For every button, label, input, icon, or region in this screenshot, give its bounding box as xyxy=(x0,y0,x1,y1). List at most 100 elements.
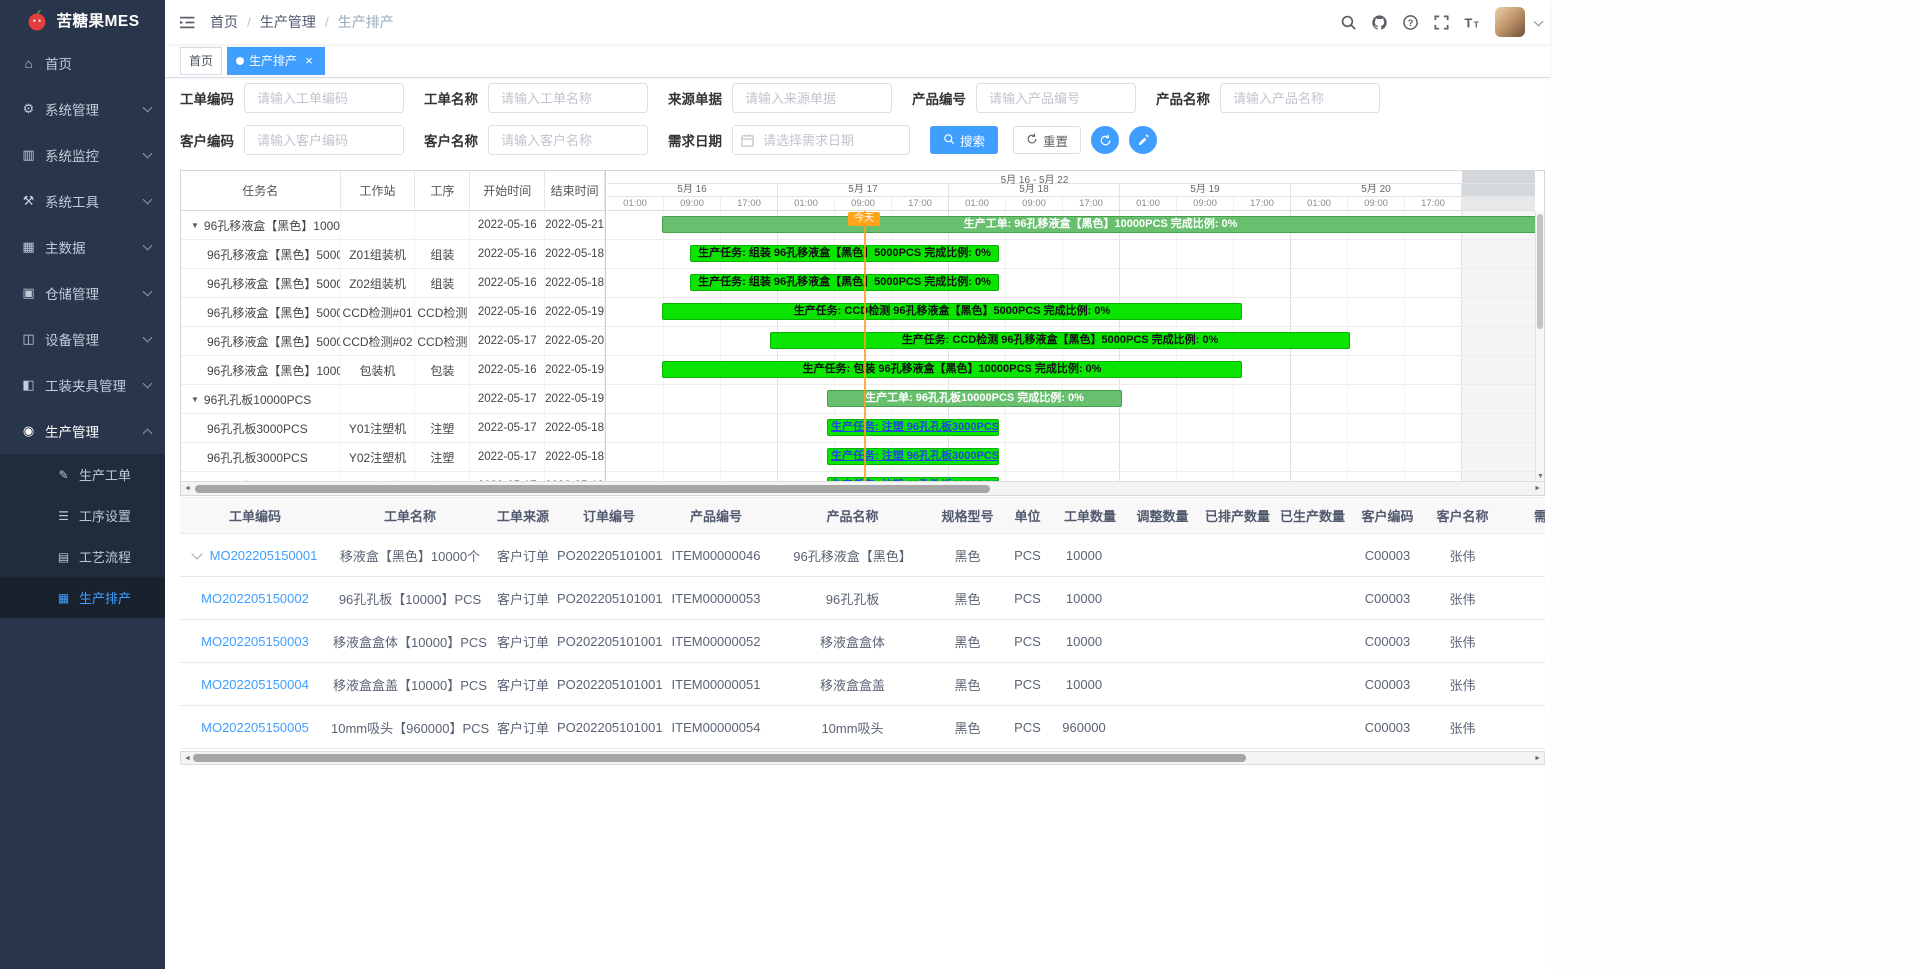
gantt-bar[interactable]: 生产任务: CCD检测 96孔移液盒【黑色】5000PCS 完成比例: 0% xyxy=(662,303,1242,320)
gantt-task-row[interactable]: 96孔孔板3000PCSY01注塑机注塑2022-05-172022-05-18 xyxy=(181,414,605,443)
table-row[interactable]: MO202205150004移液盒盒盖【10000】PCS客户订单PO20220… xyxy=(180,663,1545,706)
filter-row-1: 工单编码工单名称来源单据产品编号产品名称 xyxy=(180,83,1400,113)
work-order-link[interactable]: MO202205150005 xyxy=(201,720,309,735)
gantt-bar[interactable]: 生产工单: 96孔移液盒【黑色】10000PCS 完成比例: 0% xyxy=(662,216,1535,233)
edit-circle-button[interactable] xyxy=(1129,126,1157,154)
work-order-link[interactable]: MO202205150002 xyxy=(201,591,309,606)
production-icon: ◉ xyxy=(20,423,37,439)
gantt-vertical-scrollbar[interactable]: ▼ xyxy=(1535,211,1544,481)
submenu-item-production-scheduling[interactable]: ▦生产排产 xyxy=(0,577,165,618)
page-content: 工单编码工单名称来源单据产品编号产品名称 客户编码客户名称需求日期搜索重置 任务… xyxy=(165,78,1550,969)
breadcrumb-item[interactable]: 首页 xyxy=(210,12,238,32)
gantt-bar[interactable]: 生产任务: 注塑 96孔孔板3000PCS 完成比例: 0% xyxy=(827,477,999,481)
sidebar-item-monitor[interactable]: ▥系统监控 xyxy=(0,132,165,178)
sidebar-item-home[interactable]: ⌂首页 xyxy=(0,40,165,86)
table-row[interactable]: MO202205150001移液盒【黑色】10000个客户订单PO2022051… xyxy=(180,534,1545,577)
table-row[interactable]: MO20220515000510mm吸头【960000】PCS客户订单PO202… xyxy=(180,706,1545,749)
gantt-task-row[interactable]: ▼96孔孔板10000PCS2022-05-172022-05-19 xyxy=(181,385,605,414)
work-order-link[interactable]: MO202205150001 xyxy=(210,548,318,563)
gantt-bar[interactable]: 生产工单: 96孔孔板10000PCS 完成比例: 0% xyxy=(827,390,1122,407)
github-icon[interactable] xyxy=(1365,8,1393,36)
navbar-icon-group: ? TT xyxy=(1334,8,1486,36)
caret-down-icon[interactable]: ▼ xyxy=(191,221,199,230)
gantt-bar[interactable]: 生产任务: 注塑 96孔孔板3000PCS 完成比例: 0% xyxy=(827,419,999,436)
gantt-task-row[interactable]: 96孔孔板3000PCSY03注塑机注塑2022-05-172022-05-19 xyxy=(181,472,605,481)
work-order-link[interactable]: MO202205150003 xyxy=(201,634,309,649)
sidebar-item-fixture[interactable]: ◧工装夹具管理 xyxy=(0,362,165,408)
product-code-input[interactable] xyxy=(976,83,1136,113)
gantt-bar[interactable]: 生产任务: 组装 96孔移液盒【黑色】5000PCS 完成比例: 0% xyxy=(690,274,999,291)
sidebar-item-tools[interactable]: ⚒系统工具 xyxy=(0,178,165,224)
table-horizontal-scrollbar[interactable]: ◄ ► xyxy=(180,751,1545,765)
sidebar-item-label: 系统监控 xyxy=(45,145,144,165)
work-order-code-input[interactable] xyxy=(244,83,404,113)
app-title: 苦糖果MES xyxy=(56,9,139,31)
gear-icon: ⚙ xyxy=(20,101,37,117)
gantt-task-row[interactable]: 96孔移液盒【黑色】5000PCSCCD检测#02CCD检测2022-05-17… xyxy=(181,327,605,356)
timeline-hour-label: 01:00 xyxy=(607,197,664,210)
scroll-right-arrow[interactable]: ► xyxy=(1534,482,1541,495)
fullscreen-icon[interactable] xyxy=(1427,8,1455,36)
breadcrumb-item[interactable]: 生产管理 xyxy=(260,12,316,32)
gantt-task-row[interactable]: 96孔孔板3000PCSY02注塑机注塑2022-05-172022-05-18 xyxy=(181,443,605,472)
table-row[interactable]: MO20220515000296孔孔板【10000】PCS客户订单PO20220… xyxy=(180,577,1545,620)
timeline-range-row: 5月 16 - 5月 22 xyxy=(607,171,1535,184)
source-document-input[interactable] xyxy=(732,83,892,113)
gantt-task-row[interactable]: 96孔移液盒【黑色】5000PCSZ02组装机组装2022-05-162022-… xyxy=(181,269,605,298)
gantt-task-row[interactable]: ▼96孔移液盒【黑色】10000PCS2022-05-162022-05-21 xyxy=(181,211,605,240)
scrollbar-thumb[interactable] xyxy=(1537,214,1543,329)
tab-home[interactable]: 首页 xyxy=(180,47,222,75)
scroll-down-arrow[interactable]: ▼ xyxy=(1536,473,1545,480)
gantt-task-row[interactable]: 96孔移液盒【黑色】10000PCS包装机包装2022-05-162022-05… xyxy=(181,356,605,385)
demand-date-input[interactable] xyxy=(732,125,910,155)
caret-down-icon[interactable]: ▼ xyxy=(191,395,199,404)
tab-production-scheduling[interactable]: 生产排产× xyxy=(227,47,325,75)
sidebar-item-device[interactable]: ◫设备管理 xyxy=(0,316,165,362)
filter-form: 工单编码工单名称来源单据产品编号产品名称 客户编码客户名称需求日期搜索重置 xyxy=(180,83,1400,167)
sidebar-item-warehouse[interactable]: ▣仓储管理 xyxy=(0,270,165,316)
gantt-bar[interactable]: 生产任务: 包装 96孔移液盒【黑色】10000PCS 完成比例: 0% xyxy=(662,361,1242,378)
gantt-bar[interactable]: 生产任务: 注塑 96孔孔板3000PCS 完成比例: 0% xyxy=(827,448,999,465)
submenu-item-process-settings[interactable]: ☰工序设置 xyxy=(0,495,165,536)
search-icon[interactable] xyxy=(1334,8,1362,36)
reset-button[interactable]: 重置 xyxy=(1013,126,1081,154)
sidebar-submenu: ✎生产工单☰工序设置▤工艺流程▦生产排产 xyxy=(0,454,165,618)
caret-down-icon[interactable] xyxy=(1534,16,1544,26)
product-name-input[interactable] xyxy=(1220,83,1380,113)
customer-code-input[interactable] xyxy=(244,125,404,155)
customer-name-input[interactable] xyxy=(488,125,648,155)
gantt-task-row[interactable]: 96孔移液盒【黑色】5000PCSZ01组装机组装2022-05-162022-… xyxy=(181,240,605,269)
column-header-demand: 需求日期 xyxy=(1500,498,1545,534)
refresh-circle-button[interactable] xyxy=(1091,126,1119,154)
workorder-icon: ✎ xyxy=(56,468,71,482)
table-row[interactable]: MO202205150003移液盒盒体【10000】PCS客户订单PO20220… xyxy=(180,620,1545,663)
gantt-bar[interactable]: 生产任务: CCD检测 96孔移液盒【黑色】5000PCS 完成比例: 0% xyxy=(770,332,1350,349)
submenu-item-production-work-order[interactable]: ✎生产工单 xyxy=(0,454,165,495)
search-button[interactable]: 搜索 xyxy=(930,126,998,154)
scrollbar-thumb[interactable] xyxy=(193,754,1246,762)
filter-field-work-order-code: 工单编码 xyxy=(180,83,404,113)
chevron-down-icon[interactable] xyxy=(191,548,202,559)
sidebar-item-database[interactable]: ▦主数据 xyxy=(0,224,165,270)
scrollbar-thumb[interactable] xyxy=(195,485,990,493)
task-name: 96孔移液盒【黑色】5000PCS xyxy=(207,304,341,321)
app-logo[interactable]: 苦糖果MES xyxy=(0,0,165,40)
hamburger-icon[interactable] xyxy=(165,14,210,31)
sidebar-item-production[interactable]: ◉生产管理 xyxy=(0,408,165,454)
work-order-link[interactable]: MO202205150004 xyxy=(201,677,309,692)
gantt-task-row[interactable]: 96孔移液盒【黑色】5000PCSCCD检测#01CCD检测2022-05-16… xyxy=(181,298,605,327)
avatar[interactable] xyxy=(1495,7,1525,37)
gantt-bar[interactable]: 生产任务: 组装 96孔移液盒【黑色】5000PCS 完成比例: 0% xyxy=(690,245,999,262)
question-icon[interactable]: ? xyxy=(1396,8,1424,36)
warehouse-icon: ▣ xyxy=(20,285,37,301)
gantt-horizontal-scrollbar[interactable]: ◄ ► xyxy=(181,481,1544,495)
sidebar-item-gear[interactable]: ⚙系统管理 xyxy=(0,86,165,132)
scroll-left-arrow[interactable]: ◄ xyxy=(184,482,191,495)
task-name: 96孔移液盒【黑色】5000PCS xyxy=(207,333,341,350)
submenu-item-process-flow[interactable]: ▤工艺流程 xyxy=(0,536,165,577)
work-order-name-input[interactable] xyxy=(488,83,648,113)
scroll-left-arrow[interactable]: ◄ xyxy=(184,752,191,765)
scroll-right-arrow[interactable]: ► xyxy=(1534,752,1541,765)
font-size-icon[interactable]: TT xyxy=(1458,8,1486,36)
close-icon[interactable]: × xyxy=(302,54,316,68)
